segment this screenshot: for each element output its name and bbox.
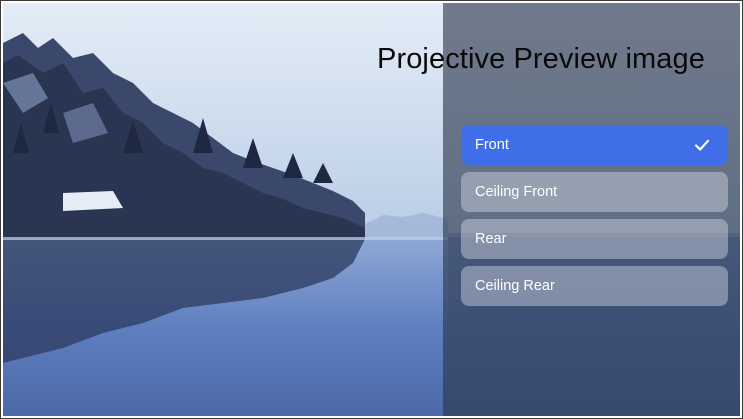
option-ceiling-front[interactable]: Ceiling Front bbox=[461, 172, 728, 212]
option-front[interactable]: Front bbox=[461, 125, 728, 165]
projection-settings-screen: Projective Preview image Front Ceiling F… bbox=[0, 0, 743, 419]
projection-mode-list: Front Ceiling Front Rear Ceiling Rear bbox=[461, 125, 728, 313]
check-icon bbox=[694, 139, 710, 151]
option-label: Ceiling Rear bbox=[475, 278, 555, 294]
option-rear[interactable]: Rear bbox=[461, 219, 728, 259]
option-label: Ceiling Front bbox=[475, 184, 558, 200]
option-label: Front bbox=[475, 137, 509, 153]
page-title: Projective Preview image bbox=[377, 43, 705, 75]
option-label: Rear bbox=[475, 231, 507, 247]
option-ceiling-rear[interactable]: Ceiling Rear bbox=[461, 266, 728, 306]
